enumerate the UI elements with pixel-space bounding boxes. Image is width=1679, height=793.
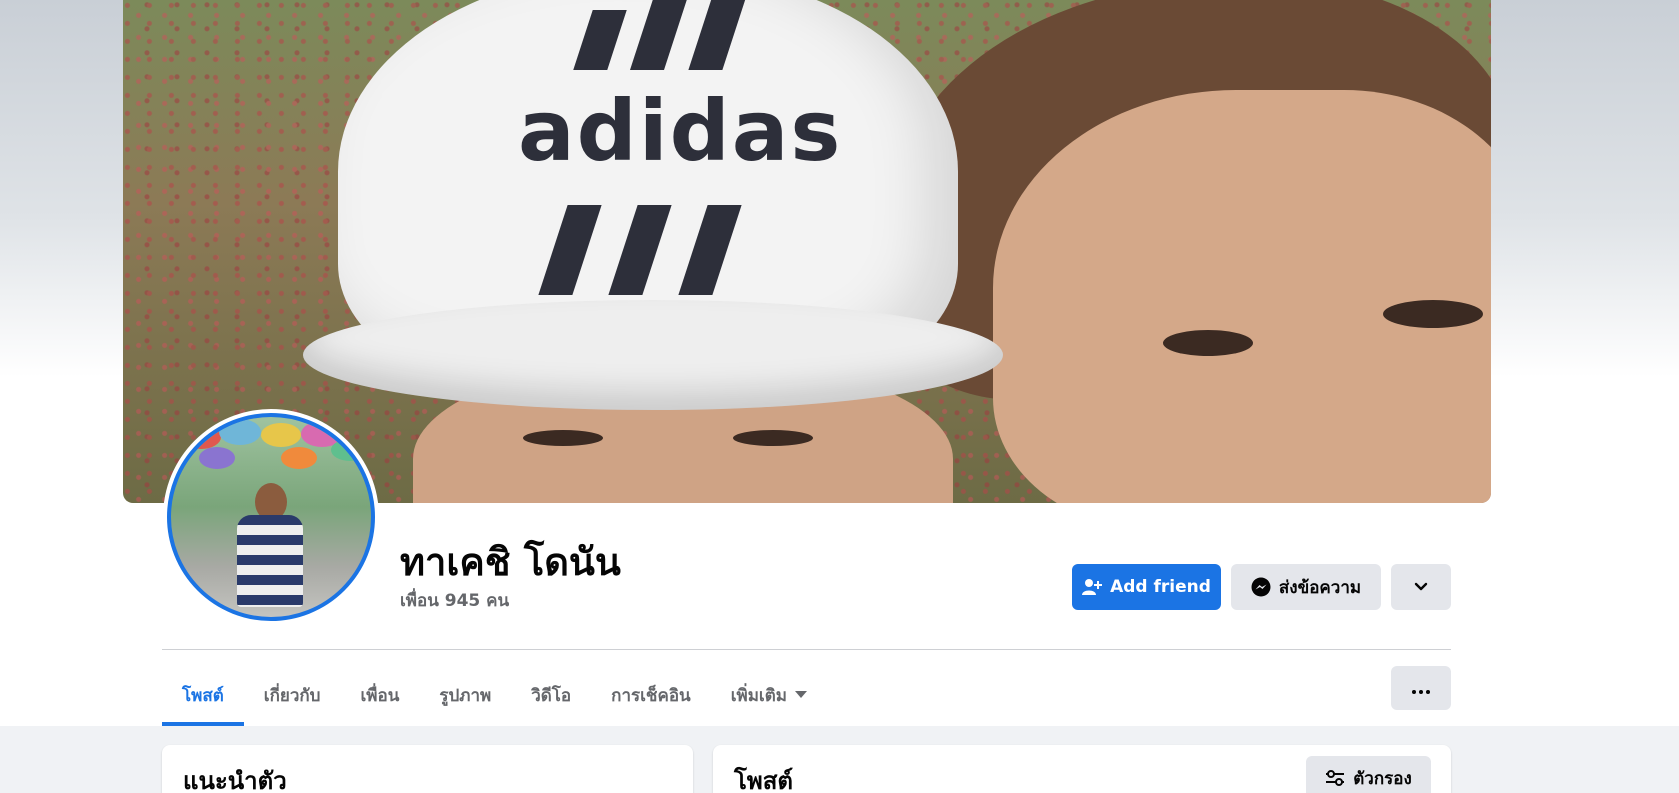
avatar-umbrella (281, 447, 317, 469)
profile-tabs: โพสต์ เกี่ยวกับ เพื่อน รูปภาพ วิดีโอ การ… (162, 665, 827, 726)
cover-cap-logo-text: adidas (518, 82, 843, 180)
person-add-icon (1082, 578, 1103, 596)
caret-down-icon (794, 688, 807, 702)
cover-woman-eye (1383, 300, 1483, 328)
ellipsis-icon (1412, 678, 1430, 699)
tab-label: การเช็คอิน (611, 685, 691, 706)
chevron-down-icon (1414, 577, 1428, 597)
cover-kid-eye (733, 430, 813, 446)
messenger-icon (1251, 577, 1271, 597)
profile-options-dropdown[interactable] (1391, 564, 1451, 610)
intro-card-title: แนะนำตัว (183, 767, 287, 793)
cover-cap-brim (303, 300, 1003, 410)
avatar-umbrella (261, 423, 301, 447)
avatar-umbrella (199, 447, 235, 469)
avatar-umbrella (219, 419, 261, 445)
tab-about[interactable]: เกี่ยวกับ (244, 665, 341, 725)
friends-count-link[interactable]: เพื่อน 945 คน (400, 587, 509, 614)
profile-name: ทาเคชิ โดนัน (400, 540, 621, 584)
posts-card-title: โพสต์ (734, 767, 793, 793)
tab-label: โพสต์ (182, 685, 224, 706)
add-friend-button[interactable]: Add friend (1072, 564, 1221, 610)
avatar-person-body (237, 515, 303, 607)
tab-check-ins[interactable]: การเช็คอิน (591, 665, 711, 725)
cover-kid-eye (523, 430, 603, 446)
tab-label: เกี่ยวกับ (263, 685, 321, 706)
profile-picture[interactable] (163, 409, 379, 625)
add-friend-label: Add friend (1110, 577, 1211, 597)
tab-label: วิดีโอ (531, 685, 572, 706)
avatar-umbrella (331, 439, 369, 461)
sliders-icon (1325, 770, 1345, 786)
tab-posts[interactable]: โพสต์ (162, 665, 244, 726)
intro-card: แนะนำตัว (162, 745, 693, 793)
more-options-button[interactable] (1391, 666, 1451, 710)
avatar-umbrella (181, 425, 221, 449)
tab-videos[interactable]: วิดีโอ (511, 665, 591, 725)
tab-photos[interactable]: รูปภาพ (419, 665, 511, 725)
avatar (167, 413, 375, 621)
filter-label: ตัวกรอง (1353, 768, 1412, 789)
tab-label: เพื่อน (360, 685, 400, 706)
message-label: ส่งข้อความ (1278, 577, 1362, 598)
tab-more[interactable]: เพิ่มเติม (711, 665, 827, 725)
filter-button[interactable]: ตัวกรอง (1306, 756, 1431, 793)
header-divider (162, 649, 1451, 650)
tab-friends[interactable]: เพื่อน (340, 665, 419, 725)
tab-label: เพิ่มเติม (730, 685, 787, 706)
message-button[interactable]: ส่งข้อความ (1231, 564, 1381, 610)
cover-woman-eye (1163, 330, 1253, 356)
cover-woman-face (993, 90, 1491, 503)
tab-label: รูปภาพ (439, 685, 492, 706)
